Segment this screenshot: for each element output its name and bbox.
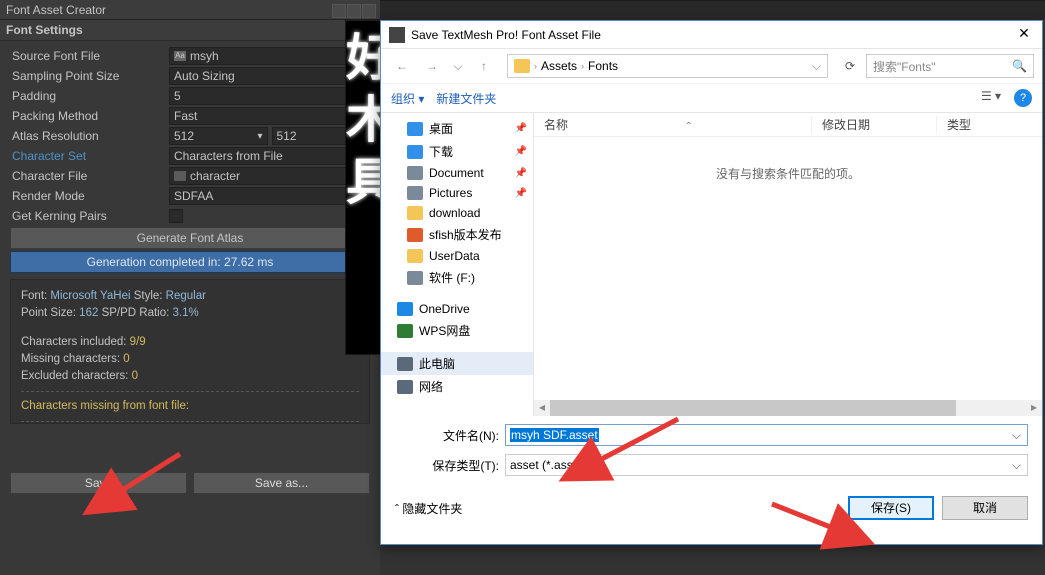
organize-menu[interactable]: 组织 ▾ xyxy=(391,90,424,107)
missing-chars-header: Characters missing from font file: xyxy=(21,398,359,415)
folder-icon xyxy=(397,357,413,371)
breadcrumb[interactable]: › Assets › Fonts ⌵ xyxy=(507,54,828,78)
breadcrumb-item[interactable]: Fonts xyxy=(588,59,618,73)
label-packing: Packing Method xyxy=(12,109,169,123)
column-name[interactable]: 名称 xyxy=(534,116,812,133)
folder-icon xyxy=(407,122,423,136)
packing-dropdown[interactable]: Fast xyxy=(169,107,370,125)
cancel-button[interactable]: 取消 xyxy=(942,496,1028,520)
folder-icon xyxy=(407,186,423,200)
pin-icon: 📌 xyxy=(515,188,527,199)
recent-button[interactable]: ⌵ xyxy=(449,55,467,77)
scroll-thumb[interactable] xyxy=(550,400,956,416)
sidebar-item[interactable]: OneDrive xyxy=(381,299,533,319)
sidebar-item[interactable]: UserData xyxy=(381,246,533,266)
scroll-left-button[interactable]: ◂ xyxy=(534,400,550,416)
window-controls xyxy=(331,4,376,18)
filetype-select[interactable]: asset (*.asset) xyxy=(505,454,1028,476)
file-icon xyxy=(174,171,186,181)
sidebar-item[interactable]: 桌面📌 xyxy=(381,117,533,140)
filename-label: 文件名(N): xyxy=(395,427,505,444)
forward-button[interactable]: → xyxy=(419,55,445,77)
window-icon[interactable] xyxy=(347,4,361,18)
sidebar-item[interactable]: download xyxy=(381,203,533,223)
window-icon[interactable] xyxy=(362,4,376,18)
back-button[interactable]: ← xyxy=(389,55,415,77)
dark-strip xyxy=(380,0,1045,20)
panel-title: Font Asset Creator xyxy=(0,0,380,20)
label-charfile: Character File xyxy=(12,169,169,183)
nav-sidebar: 桌面📌下载📌Document📌Pictures📌downloadsfish版本发… xyxy=(381,113,534,416)
scroll-right-button[interactable]: ▸ xyxy=(1026,400,1042,416)
sidebar-item[interactable]: sfish版本发布 xyxy=(381,223,533,246)
sidebar-item[interactable]: WPS网盘 xyxy=(381,319,533,342)
source-font-field[interactable]: Aamsyh⊙ xyxy=(169,47,370,65)
save-as-button[interactable]: Save as... xyxy=(193,472,370,494)
breadcrumb-item[interactable]: Assets xyxy=(541,59,577,73)
charset-dropdown[interactable]: Characters from File xyxy=(169,147,370,165)
folder-icon xyxy=(397,324,413,338)
atlas-width-dropdown[interactable]: 512 xyxy=(169,127,268,145)
new-folder-button[interactable]: 新建文件夹 xyxy=(436,90,496,107)
folder-icon xyxy=(407,206,423,220)
pin-icon: 📌 xyxy=(515,123,527,134)
padding-input[interactable]: 5 xyxy=(169,87,370,105)
generate-atlas-button[interactable]: Generate Font Atlas xyxy=(10,227,370,249)
label-atlas-res: Atlas Resolution xyxy=(12,129,169,143)
sidebar-item[interactable]: 软件 (F:) xyxy=(381,266,533,289)
empty-message: 没有与搜索条件匹配的项。 xyxy=(534,137,1042,182)
refresh-button[interactable]: ⟳ xyxy=(838,59,862,73)
hide-folders-toggle[interactable]: ˆ 隐藏文件夹 xyxy=(395,500,462,517)
folder-icon xyxy=(407,228,423,242)
folder-icon xyxy=(407,249,423,263)
folder-icon xyxy=(407,166,423,180)
folder-icon xyxy=(407,145,423,159)
window-icon[interactable] xyxy=(332,4,346,18)
folder-icon xyxy=(407,271,423,285)
label-render: Render Mode xyxy=(12,189,169,203)
sidebar-item[interactable]: Pictures📌 xyxy=(381,183,533,203)
filetype-label: 保存类型(T): xyxy=(395,457,505,474)
generation-status: Generation completed in: 27.62 ms xyxy=(10,251,350,273)
font-asset-creator-panel: Font Asset Creator Font Settings Source … xyxy=(0,0,380,575)
view-options-button[interactable]: ☰ ▾ xyxy=(980,89,1002,107)
pin-icon: 📌 xyxy=(515,168,527,179)
search-input[interactable]: 搜索"Fonts" 🔍 xyxy=(866,54,1034,78)
label-padding: Padding xyxy=(12,89,169,103)
sidebar-item[interactable]: 下载📌 xyxy=(381,140,533,163)
label-sampling: Sampling Point Size xyxy=(12,69,169,83)
help-button[interactable]: ? xyxy=(1014,89,1032,107)
folder-icon xyxy=(397,302,413,316)
sidebar-item[interactable]: 此电脑 xyxy=(381,352,533,375)
sampling-dropdown[interactable]: Auto Sizing xyxy=(169,67,370,85)
label-charset: Character Set xyxy=(12,149,169,163)
app-icon xyxy=(389,27,405,43)
info-box: Font: Microsoft YaHei Style: Regular Poi… xyxy=(10,279,370,424)
charfile-field[interactable]: character⊙ xyxy=(169,167,370,185)
label-source-font: Source Font File xyxy=(12,49,169,63)
pin-icon: 📌 xyxy=(515,146,527,157)
horizontal-scrollbar[interactable]: ◂ ▸ xyxy=(534,400,1042,416)
section-header: Font Settings xyxy=(0,20,380,41)
filename-input[interactable]: msyh SDF.asset xyxy=(505,424,1028,446)
dialog-title: Save TextMesh Pro! Font Asset File xyxy=(411,28,601,42)
folder-shortcut-icon xyxy=(514,59,530,73)
save-dialog-button[interactable]: 保存(S) xyxy=(848,496,934,520)
sidebar-item[interactable]: 网络 xyxy=(381,375,533,398)
up-button[interactable]: ↑ xyxy=(471,55,497,77)
save-button[interactable]: Save xyxy=(10,472,187,494)
sidebar-item[interactable]: Document📌 xyxy=(381,163,533,183)
label-kerning: Get Kerning Pairs xyxy=(12,209,169,223)
file-list-area: 名称 修改日期 类型 没有与搜索条件匹配的项。 ◂ ▸ xyxy=(534,113,1042,416)
dark-strip-bottom xyxy=(380,545,1045,575)
render-dropdown[interactable]: SDFAA xyxy=(169,187,370,205)
kerning-checkbox[interactable] xyxy=(169,209,183,223)
column-type[interactable]: 类型 xyxy=(937,116,981,133)
folder-icon xyxy=(397,380,413,394)
search-icon: 🔍 xyxy=(1012,59,1027,73)
save-dialog: Save TextMesh Pro! Font Asset File ✕ ← →… xyxy=(380,20,1043,545)
column-date[interactable]: 修改日期 xyxy=(812,116,937,133)
close-button[interactable]: ✕ xyxy=(1012,25,1036,43)
